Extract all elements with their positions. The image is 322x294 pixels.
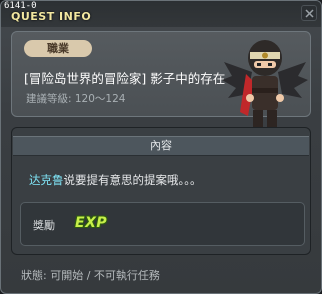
quest-info-window: 6141-0 QUEST INFO 職業 [冒险岛世界的冒险家] 影子中的存在 … — [0, 0, 322, 294]
job-badge: 職業 — [24, 40, 92, 57]
npc-portrait — [222, 40, 308, 136]
close-icon — [305, 9, 314, 18]
reward-label: 獎勵 — [33, 219, 55, 232]
exp-icon: EXP — [75, 215, 108, 231]
quest-header-panel: 職業 [冒险岛世界的冒险家] 影子中的存在 建議等級: 120～124 — [11, 31, 311, 136]
content-header: 內容 — [13, 136, 309, 156]
description-text: 说要提有意思的提案哦。。。 — [63, 173, 202, 187]
quest-name: [冒险岛世界的冒险家] 影子中的存在 — [24, 71, 226, 86]
quest-body-panel: 內容 达克鲁说要提有意思的提案哦。。。 獎勵 EXP — [11, 127, 311, 255]
reward-box: 獎勵 EXP — [20, 202, 305, 246]
close-button[interactable] — [301, 5, 317, 21]
title-bar[interactable]: 6141-0 QUEST INFO — [1, 1, 321, 27]
quest-status: 狀態: 可開始 / 不可執行任務 — [21, 269, 160, 282]
recommended-level: 建議等級: 120～124 — [26, 93, 126, 105]
content-title: 內容 — [150, 139, 172, 152]
npc-name-link[interactable]: 达克鲁 — [29, 173, 64, 187]
quest-description: 达克鲁说要提有意思的提案哦。。。 — [29, 172, 202, 188]
window-title: QUEST INFO — [11, 10, 92, 23]
